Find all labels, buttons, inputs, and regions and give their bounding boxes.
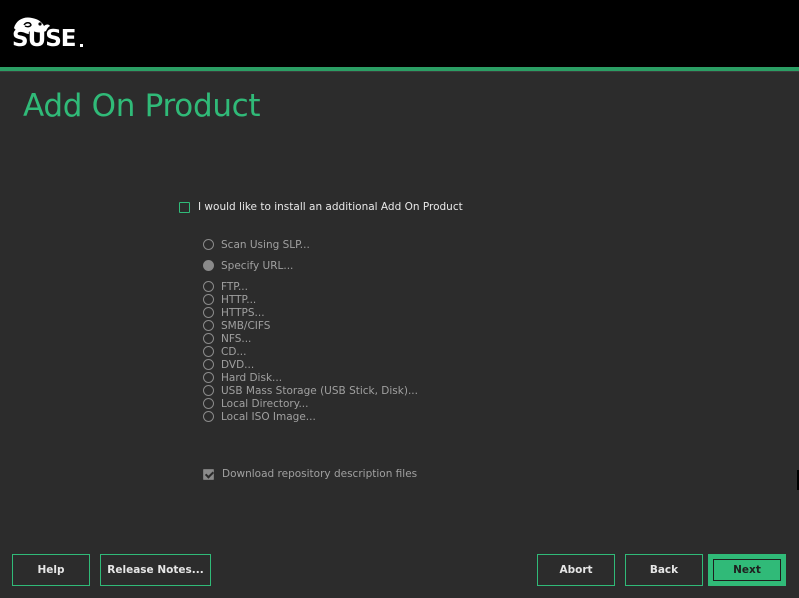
download-checkbox-row: Download repository description files (203, 468, 417, 480)
download-checkbox-label: Download repository description files (222, 468, 418, 480)
source-option-label: NFS... (221, 332, 252, 345)
source-option[interactable]: DVD... (203, 358, 254, 371)
source-option[interactable]: SMB/CIFS (203, 319, 270, 332)
radio-button[interactable] (203, 333, 214, 344)
source-option-label: Local ISO Image... (221, 410, 316, 423)
source-option-label: SMB/CIFS (221, 319, 271, 332)
radio-button[interactable] (203, 398, 214, 409)
download-checkbox (203, 468, 214, 480)
source-option-label: FTP... (221, 280, 248, 293)
abort-button[interactable]: Abort (537, 554, 615, 586)
next-button[interactable]: Next (708, 554, 786, 586)
radio-button[interactable] (203, 411, 214, 422)
page-title: Add On Product (23, 88, 261, 124)
source-option[interactable]: Scan Using SLP... (203, 238, 310, 251)
source-option[interactable]: NFS... (203, 332, 251, 345)
top-banner: SUSE (0, 0, 799, 67)
radio-button[interactable] (203, 372, 214, 383)
logo-dot (80, 44, 83, 47)
radio-button[interactable] (203, 359, 214, 370)
source-option-label: HTTP... (221, 293, 257, 306)
source-option[interactable]: CD... (203, 345, 246, 358)
addon-checkbox-label: I would like to install an additional Ad… (198, 201, 463, 213)
next-button-label: Next (713, 559, 781, 581)
source-option-label: Scan Using SLP... (221, 238, 310, 251)
source-option[interactable]: Local Directory... (203, 397, 308, 410)
radio-button[interactable] (203, 385, 214, 396)
source-option[interactable]: Hard Disk... (203, 371, 282, 384)
source-option-label: Specify URL... (221, 259, 294, 272)
source-option[interactable]: HTTPS... (203, 306, 265, 319)
back-button[interactable]: Back (625, 554, 703, 586)
radio-button[interactable] (203, 281, 214, 292)
radio-button[interactable] (203, 260, 214, 271)
radio-button[interactable] (203, 294, 214, 305)
header-accent-line (0, 67, 799, 72)
radio-button[interactable] (203, 346, 214, 357)
source-option-label: Local Directory... (221, 397, 309, 410)
radio-button[interactable] (203, 320, 214, 331)
radio-button[interactable] (203, 239, 214, 250)
source-option-label: DVD... (221, 358, 255, 371)
source-option-label: CD... (221, 345, 247, 358)
release-notes-button[interactable]: Release Notes... (100, 554, 211, 586)
source-option[interactable]: Local ISO Image... (203, 410, 316, 423)
source-option[interactable]: USB Mass Storage (USB Stick, Disk)... (203, 384, 418, 397)
addon-checkbox-row[interactable]: I would like to install an additional Ad… (179, 201, 463, 213)
source-option[interactable]: FTP... (203, 280, 248, 293)
source-option-label: Hard Disk... (221, 371, 283, 384)
help-button[interactable]: Help (12, 554, 90, 586)
logo-text: SUSE (12, 26, 77, 52)
source-option-label: HTTPS... (221, 306, 265, 319)
radio-button[interactable] (203, 307, 214, 318)
addon-checkbox[interactable] (179, 201, 190, 213)
source-option[interactable]: HTTP... (203, 293, 256, 306)
source-option-label: USB Mass Storage (USB Stick, Disk)... (221, 384, 418, 397)
source-option[interactable]: Specify URL... (203, 259, 293, 272)
